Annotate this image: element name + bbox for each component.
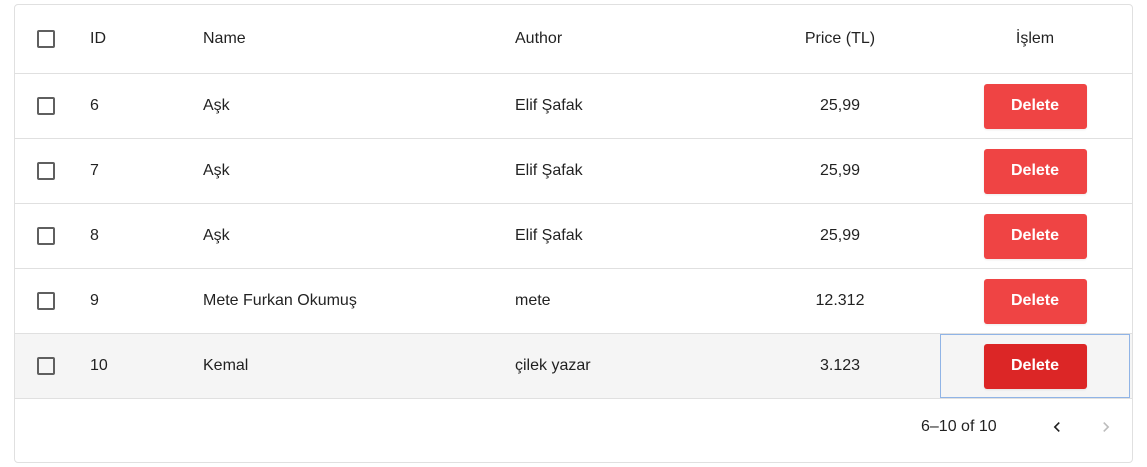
cell-author: Elif Şafak [515,162,583,179]
table-row[interactable]: 9 Mete Furkan Okumuş mete 12.312 Delete [15,269,1132,334]
chevron-left-icon [1053,422,1060,432]
cell-action: Delete [940,139,1130,203]
column-header-author[interactable]: Author [515,5,755,73]
chevron-right-icon [1103,422,1110,432]
delete-button[interactable]: Delete [983,278,1087,324]
delete-button[interactable]: Delete [983,213,1087,259]
column-header-action: İşlem [1015,30,1055,47]
books-data-grid: ID Name Author Price (TL) İşlem 6 Aşk El… [14,4,1133,463]
cell-action: Delete [940,204,1130,268]
pagination-range: 6–10 of 10 [921,418,997,435]
cell-id: 10 [90,357,108,374]
cell-price: 25,99 [819,162,861,179]
row-checkbox[interactable] [37,97,55,115]
cell-author: mete [515,292,551,309]
cell-name: Aşk [203,97,230,114]
table-footer: 6–10 of 10 [15,399,1132,462]
table-row[interactable]: 8 Aşk Elif Şafak 25,99 Delete [15,204,1132,269]
delete-button[interactable]: Delete [983,343,1087,389]
row-checkbox-cell [15,74,77,138]
table-row[interactable]: 6 Aşk Elif Şafak 25,99 Delete [15,74,1132,139]
column-header-id[interactable]: ID [90,5,190,73]
cell-action: Delete [940,334,1130,398]
cell-name: Mete Furkan Okumuş [203,292,357,309]
table-row[interactable]: 10 Kemal çilek yazar 3.123 Delete [15,334,1132,399]
cell-price: 25,99 [819,97,861,114]
cell-author: Elif Şafak [515,97,583,114]
cell-name: Aşk [203,227,230,244]
row-checkbox[interactable] [37,292,55,310]
next-page-button[interactable] [1090,411,1122,443]
delete-button[interactable]: Delete [983,83,1087,129]
row-checkbox-cell [15,204,77,268]
table-row[interactable]: 7 Aşk Elif Şafak 25,99 Delete [15,139,1132,204]
cell-price: 12.312 [815,292,865,309]
cell-id: 9 [90,292,99,309]
cell-action: Delete [940,269,1130,333]
delete-button[interactable]: Delete [983,148,1087,194]
row-checkbox-cell [15,139,77,203]
column-header-price[interactable]: Price (TL) [765,5,915,73]
previous-page-button[interactable] [1041,411,1073,443]
column-header-name[interactable]: Name [203,5,503,73]
table-header-row: ID Name Author Price (TL) İşlem [15,5,1132,74]
cell-name: Aşk [203,162,230,179]
cell-name: Kemal [203,357,249,374]
cell-id: 7 [90,162,99,179]
cell-price: 3.123 [819,357,861,374]
cell-id: 8 [90,227,99,244]
cell-price: 25,99 [819,227,861,244]
cell-id: 6 [90,97,99,114]
row-checkbox[interactable] [37,357,55,375]
row-checkbox-cell [15,334,77,398]
cell-author: çilek yazar [515,357,591,374]
row-checkbox-cell [15,269,77,333]
row-checkbox[interactable] [37,227,55,245]
cell-author: Elif Şafak [515,227,583,244]
select-all-checkbox[interactable] [37,30,55,48]
row-checkbox[interactable] [37,162,55,180]
header-checkbox-cell [15,5,77,73]
cell-action: Delete [940,74,1130,138]
